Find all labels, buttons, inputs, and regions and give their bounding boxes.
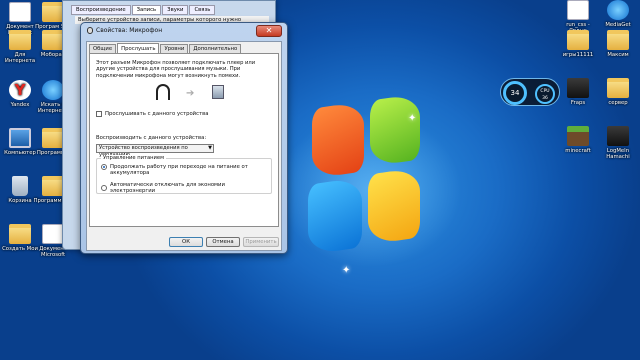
playback-device-select[interactable]: Устройство воспроизведения по умолчанию … (96, 144, 214, 158)
listen-checkbox[interactable] (96, 111, 102, 117)
power-option-auto-off[interactable]: Автоматически отключать для экономии эле… (101, 182, 271, 194)
yandex-icon: Y (9, 80, 31, 100)
sparkle-icon: ✦ (342, 265, 351, 276)
audio-device-icon (212, 85, 224, 99)
listen-checkbox-label: Прослушивать с данного устройства (105, 111, 209, 117)
headphones-icon (156, 84, 170, 100)
listen-description: Этот разъем Микрофон позволяет подключат… (96, 60, 256, 79)
logo-blue-pane (308, 177, 362, 255)
doc-icon (9, 2, 31, 22)
doc-icon (42, 224, 64, 244)
tab-levels[interactable]: Уровни (160, 44, 189, 53)
tab-recording[interactable]: Запись (131, 5, 162, 15)
minecraft-icon (567, 126, 589, 146)
tab-listen[interactable]: Прослушать (117, 43, 160, 53)
dialog-tabs: Общие Прослушать Уровни Дополнительно (89, 43, 242, 53)
dialog-body: Общие Прослушать Уровни Дополнительно Эт… (86, 41, 282, 251)
folder-icon (607, 78, 629, 98)
sparkle-icon: ✦ (408, 113, 417, 124)
logo-yellow-pane (368, 167, 420, 245)
listen-panel: Этот разъем Микрофон позволяет подключат… (89, 53, 279, 227)
hamachi-icon (607, 126, 629, 146)
tab-general[interactable]: Общие (89, 44, 117, 53)
desktop-icon[interactable]: сервер (598, 78, 638, 106)
dialog-title: Свойства: Микрофон (96, 27, 163, 34)
recycle-bin-icon (12, 176, 28, 196)
computer-icon (9, 128, 31, 148)
desktop-icon[interactable]: Максим (598, 30, 638, 58)
power-option-continue[interactable]: Продолжать работу при переходе на питани… (101, 164, 260, 176)
cancel-button[interactable]: Отмена (206, 237, 240, 247)
folder-icon (42, 128, 64, 148)
cpu-gadget[interactable]: 34 CPU 36 (500, 78, 560, 106)
ie-icon (42, 80, 64, 100)
continue-on-battery-radio[interactable] (101, 164, 107, 170)
desktop-icon[interactable]: minecraft (558, 126, 598, 154)
listen-illustration: ➔ (156, 84, 236, 102)
folder-icon (9, 224, 31, 244)
sound-tabs: Воспроизведение Запись Звуки Связь (71, 5, 216, 15)
ok-button[interactable]: ОК (169, 237, 203, 247)
tab-communications[interactable]: Связь (189, 5, 216, 15)
cpu-percent: 34 (503, 81, 527, 105)
playback-label: Воспроизводить с данного устройства: (96, 135, 207, 141)
logo-green-pane (370, 93, 420, 167)
chevron-down-icon: ▼ (208, 145, 212, 151)
desktop-icon[interactable]: LogMeIn Hamachi (598, 126, 638, 160)
fraps-icon (567, 78, 589, 98)
shortcut-icon (567, 0, 589, 20)
folder-icon (42, 176, 64, 196)
tab-playback[interactable]: Воспроизведение (71, 5, 131, 15)
arrow-right-icon: ➔ (186, 88, 195, 99)
folder-icon (9, 30, 31, 50)
microphone-properties-dialog[interactable]: Свойства: Микрофон ✕ Общие Прослушать Ур… (80, 22, 288, 254)
desktop-icon[interactable]: Fraps (558, 78, 598, 106)
desktop-icon[interactable]: игры11111 (558, 30, 598, 58)
power-group-label: Управление питанием (101, 155, 167, 161)
tab-advanced[interactable]: Дополнительно (189, 44, 242, 53)
cpu-meter: CPU 36 (535, 84, 555, 104)
logo-red-pane (312, 101, 364, 179)
listen-checkbox-row[interactable]: Прослушивать с данного устройства (96, 111, 209, 117)
auto-disable-radio[interactable] (101, 185, 107, 191)
tab-sounds[interactable]: Звуки (162, 5, 189, 15)
folder-icon (567, 30, 589, 50)
folder-icon (42, 30, 64, 50)
desktop-icon[interactable]: run_css - Ярлык (558, 0, 598, 34)
windows-wallpaper-logo: ✦ ✦ (290, 93, 430, 276)
close-button[interactable]: ✕ (256, 25, 282, 37)
apply-button[interactable]: Применить (243, 237, 279, 247)
folder-icon (42, 2, 64, 22)
dialog-title-bar[interactable]: Свойства: Микрофон (87, 27, 162, 34)
mediaget-icon (607, 0, 629, 20)
folder-icon (607, 30, 629, 50)
power-management-group: Управление питанием Продолжать работу пр… (96, 155, 272, 194)
desktop-icon[interactable]: MediaGet (598, 0, 638, 28)
microphone-icon (87, 27, 93, 34)
